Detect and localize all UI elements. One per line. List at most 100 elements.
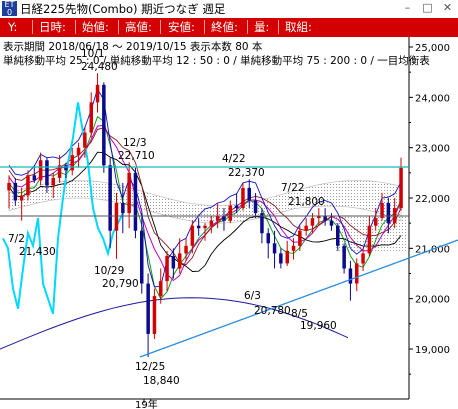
candle-body xyxy=(310,218,315,226)
candle-body xyxy=(342,245,346,269)
candle-body xyxy=(83,132,87,148)
candle-body xyxy=(253,200,258,214)
candle-body xyxy=(367,225,372,254)
candle-body xyxy=(19,195,24,201)
annotation-12-3-date: 12/3 xyxy=(123,137,147,149)
menu-low-label: 安値: xyxy=(168,20,195,34)
annotation-7-22-value: 21,800 xyxy=(288,196,325,208)
candle-body xyxy=(241,187,245,208)
annotation-7-2-date: 7/2 xyxy=(8,233,25,245)
candle-body xyxy=(190,225,195,246)
candle-body xyxy=(133,172,138,231)
annotation-12-25-value: 18,840 xyxy=(143,375,180,387)
annotation-6-3-value: 20,780 xyxy=(254,305,291,317)
annotation-10-1-date: 10/1 xyxy=(81,48,105,60)
annotation-4-22-value: 22,370 xyxy=(228,167,265,179)
candle-body xyxy=(64,165,68,171)
y-tick-label: 25,000 xyxy=(415,43,450,54)
candle-body xyxy=(336,225,340,246)
candle-body xyxy=(228,205,233,221)
candle-body xyxy=(298,230,302,246)
candle-body xyxy=(196,225,201,229)
candle-body xyxy=(279,253,283,264)
period-info: 表示期間 2018/06/18 ～ 2019/10/15 表示本数 80 本 xyxy=(3,40,263,53)
candle-body xyxy=(234,205,239,209)
candle-body xyxy=(399,167,403,209)
candle-body xyxy=(95,84,100,103)
ma-200-line xyxy=(0,297,349,350)
maximize-icon[interactable]: □ xyxy=(421,2,434,15)
annotation-6-3-date: 6/3 xyxy=(244,290,261,302)
candle-body xyxy=(13,182,18,201)
candle-body xyxy=(152,296,157,334)
candle-body xyxy=(355,263,359,284)
close-icon[interactable]: ✕ xyxy=(441,2,454,15)
candle-body xyxy=(178,253,182,269)
candle-body xyxy=(165,255,169,282)
price-chart[interactable]: 25,00024,00023,00022,00021,00020,00019,0… xyxy=(0,37,458,409)
chart-svg[interactable]: 25,00024,00023,00022,00021,00020,00019,0… xyxy=(0,37,458,409)
y-tick-label: 19,000 xyxy=(415,345,450,356)
annotation-10-1-value: 24,480 xyxy=(81,61,118,73)
candle-body xyxy=(38,160,43,181)
candle-body xyxy=(374,218,378,226)
menu-datetime-label: 日時: xyxy=(39,20,66,34)
menu-volume-label: 量: xyxy=(254,20,270,34)
y-tick-label: 20,000 xyxy=(415,295,450,306)
candle-body xyxy=(140,230,144,284)
y-tick-label: 24,000 xyxy=(415,93,450,104)
candle-body xyxy=(70,155,74,171)
candle-body xyxy=(361,253,365,264)
candle-body xyxy=(32,175,37,181)
candle-body xyxy=(127,172,131,214)
candle-body xyxy=(7,182,11,191)
annotation-7-2-value: 21,430 xyxy=(19,246,56,258)
candle-body xyxy=(329,220,334,226)
title-bar: ET 0 日経225先物(Combo) 期近つなぎ 週足 – □ ✕ xyxy=(0,0,458,19)
window-title: 日経225先物(Combo) 期近つなぎ 週足 xyxy=(20,2,226,16)
candle-body xyxy=(108,165,112,231)
candle-body xyxy=(285,250,289,264)
menu-close-label: 終値: xyxy=(211,20,238,34)
menu-y-label: Y: xyxy=(8,20,18,34)
annotation-12-3-value: 22,710 xyxy=(118,150,155,162)
candle-body xyxy=(386,203,391,224)
annotation-8-5-value: 19,960 xyxy=(300,320,337,332)
candle-body xyxy=(348,268,353,284)
candle-body xyxy=(203,225,207,229)
menu-openinterest-label: 取組: xyxy=(285,20,312,34)
candle-body xyxy=(76,147,81,156)
y-tick-label: 23,000 xyxy=(415,144,450,155)
annotation-8-5-date: 8/5 xyxy=(291,308,308,320)
candle-body xyxy=(184,245,188,254)
annotation-12-25-date: 12/25 xyxy=(135,361,165,373)
candle-body xyxy=(209,220,214,226)
minimize-icon[interactable]: – xyxy=(401,2,414,15)
candle-body xyxy=(51,177,55,186)
candle-body xyxy=(26,175,30,196)
menu-high-label: 高値: xyxy=(125,20,152,34)
candle-body xyxy=(247,187,251,201)
candle-body xyxy=(291,245,296,251)
annotation-7-22-date: 7/22 xyxy=(281,182,305,194)
candle-body xyxy=(114,203,119,231)
app-icon-text-bottom: 0 xyxy=(6,8,13,17)
menu-open-label: 始値: xyxy=(82,20,109,34)
candle-body xyxy=(171,255,176,269)
candle-body xyxy=(159,281,163,297)
candle-body xyxy=(45,160,49,186)
ma-info: 単純移動平均 25 : 0 / 単純移動平均 12 : 50 : 0 / 単純移… xyxy=(3,54,430,67)
candle-body xyxy=(304,225,308,231)
annotation-10-29-value: 20,790 xyxy=(102,278,139,290)
candle-body xyxy=(121,203,125,214)
x-axis-label: 19年 xyxy=(135,398,158,409)
candle-body xyxy=(146,283,150,334)
chart-window: ET 0 日経225先物(Combo) 期近つなぎ 週足 – □ ✕ Y: 日時… xyxy=(0,0,458,409)
annotation-4-22-date: 4/22 xyxy=(222,153,246,165)
y-tick-label: 22,000 xyxy=(415,194,450,205)
app-icon[interactable]: ET 0 xyxy=(2,1,17,17)
candle-body xyxy=(89,102,93,133)
candle-body xyxy=(272,243,277,254)
ohlc-info-bar: Y: 日時: 始値: 高値: 安値: 終値: 量: 取組: xyxy=(0,18,458,37)
candle-body xyxy=(266,233,270,244)
